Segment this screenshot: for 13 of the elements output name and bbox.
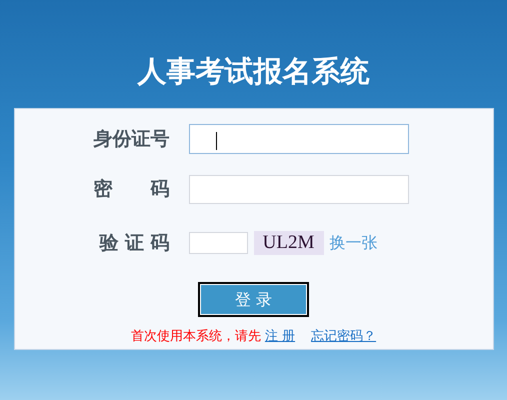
refresh-captcha-link[interactable]: 换一张: [330, 231, 378, 255]
captcha-image: UL2M: [254, 231, 324, 255]
page-title: 人事考试报名系统: [138, 53, 370, 90]
input-field[interactable]: [188, 124, 408, 154]
field-label: 密 码: [92, 176, 170, 202]
input-field[interactable]: [188, 174, 408, 204]
forgot-password-link[interactable]: 忘记密码？: [311, 327, 376, 346]
input-field[interactable]: [188, 232, 248, 254]
login-button[interactable]: 登 录: [198, 282, 309, 317]
register-link[interactable]: 注 册: [264, 327, 296, 346]
field-label: 身份证号: [92, 126, 170, 152]
register-hint: 首次使用本系统，请先: [130, 328, 261, 346]
field-label: 验 证 码: [98, 230, 170, 256]
